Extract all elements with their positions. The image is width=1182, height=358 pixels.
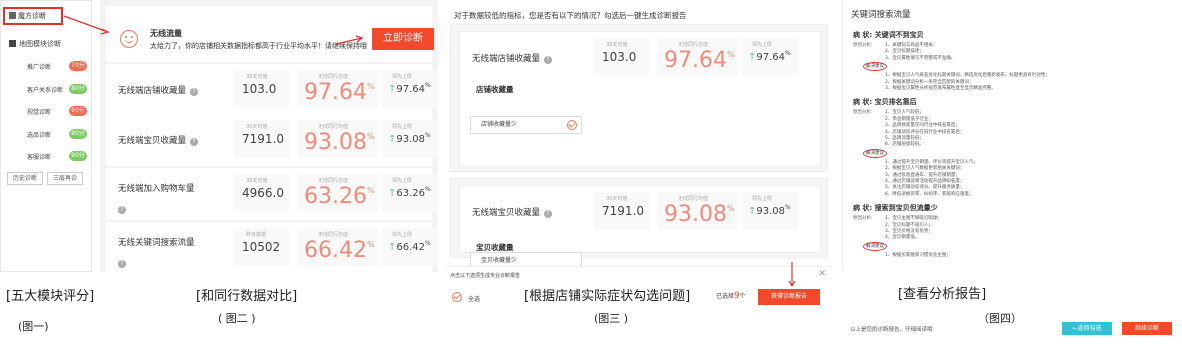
caption-2: [和同行数据对比] — [196, 289, 298, 304]
caption-3: [根据店铺实际症状勾选问题] — [524, 289, 691, 304]
annotation-arrows — [63, 15, 796, 288]
figure-4: （图四） — [978, 312, 1022, 325]
figure-3: (图三 ) — [594, 312, 629, 325]
figure-2: ( 图二 ) — [218, 312, 256, 325]
arrow-to-panel2 — [63, 15, 109, 33]
figure-1: (图一) — [18, 320, 49, 333]
caption-1: [五大模块评分] — [6, 289, 95, 304]
caption-4: [查看分析报告] — [898, 287, 987, 302]
